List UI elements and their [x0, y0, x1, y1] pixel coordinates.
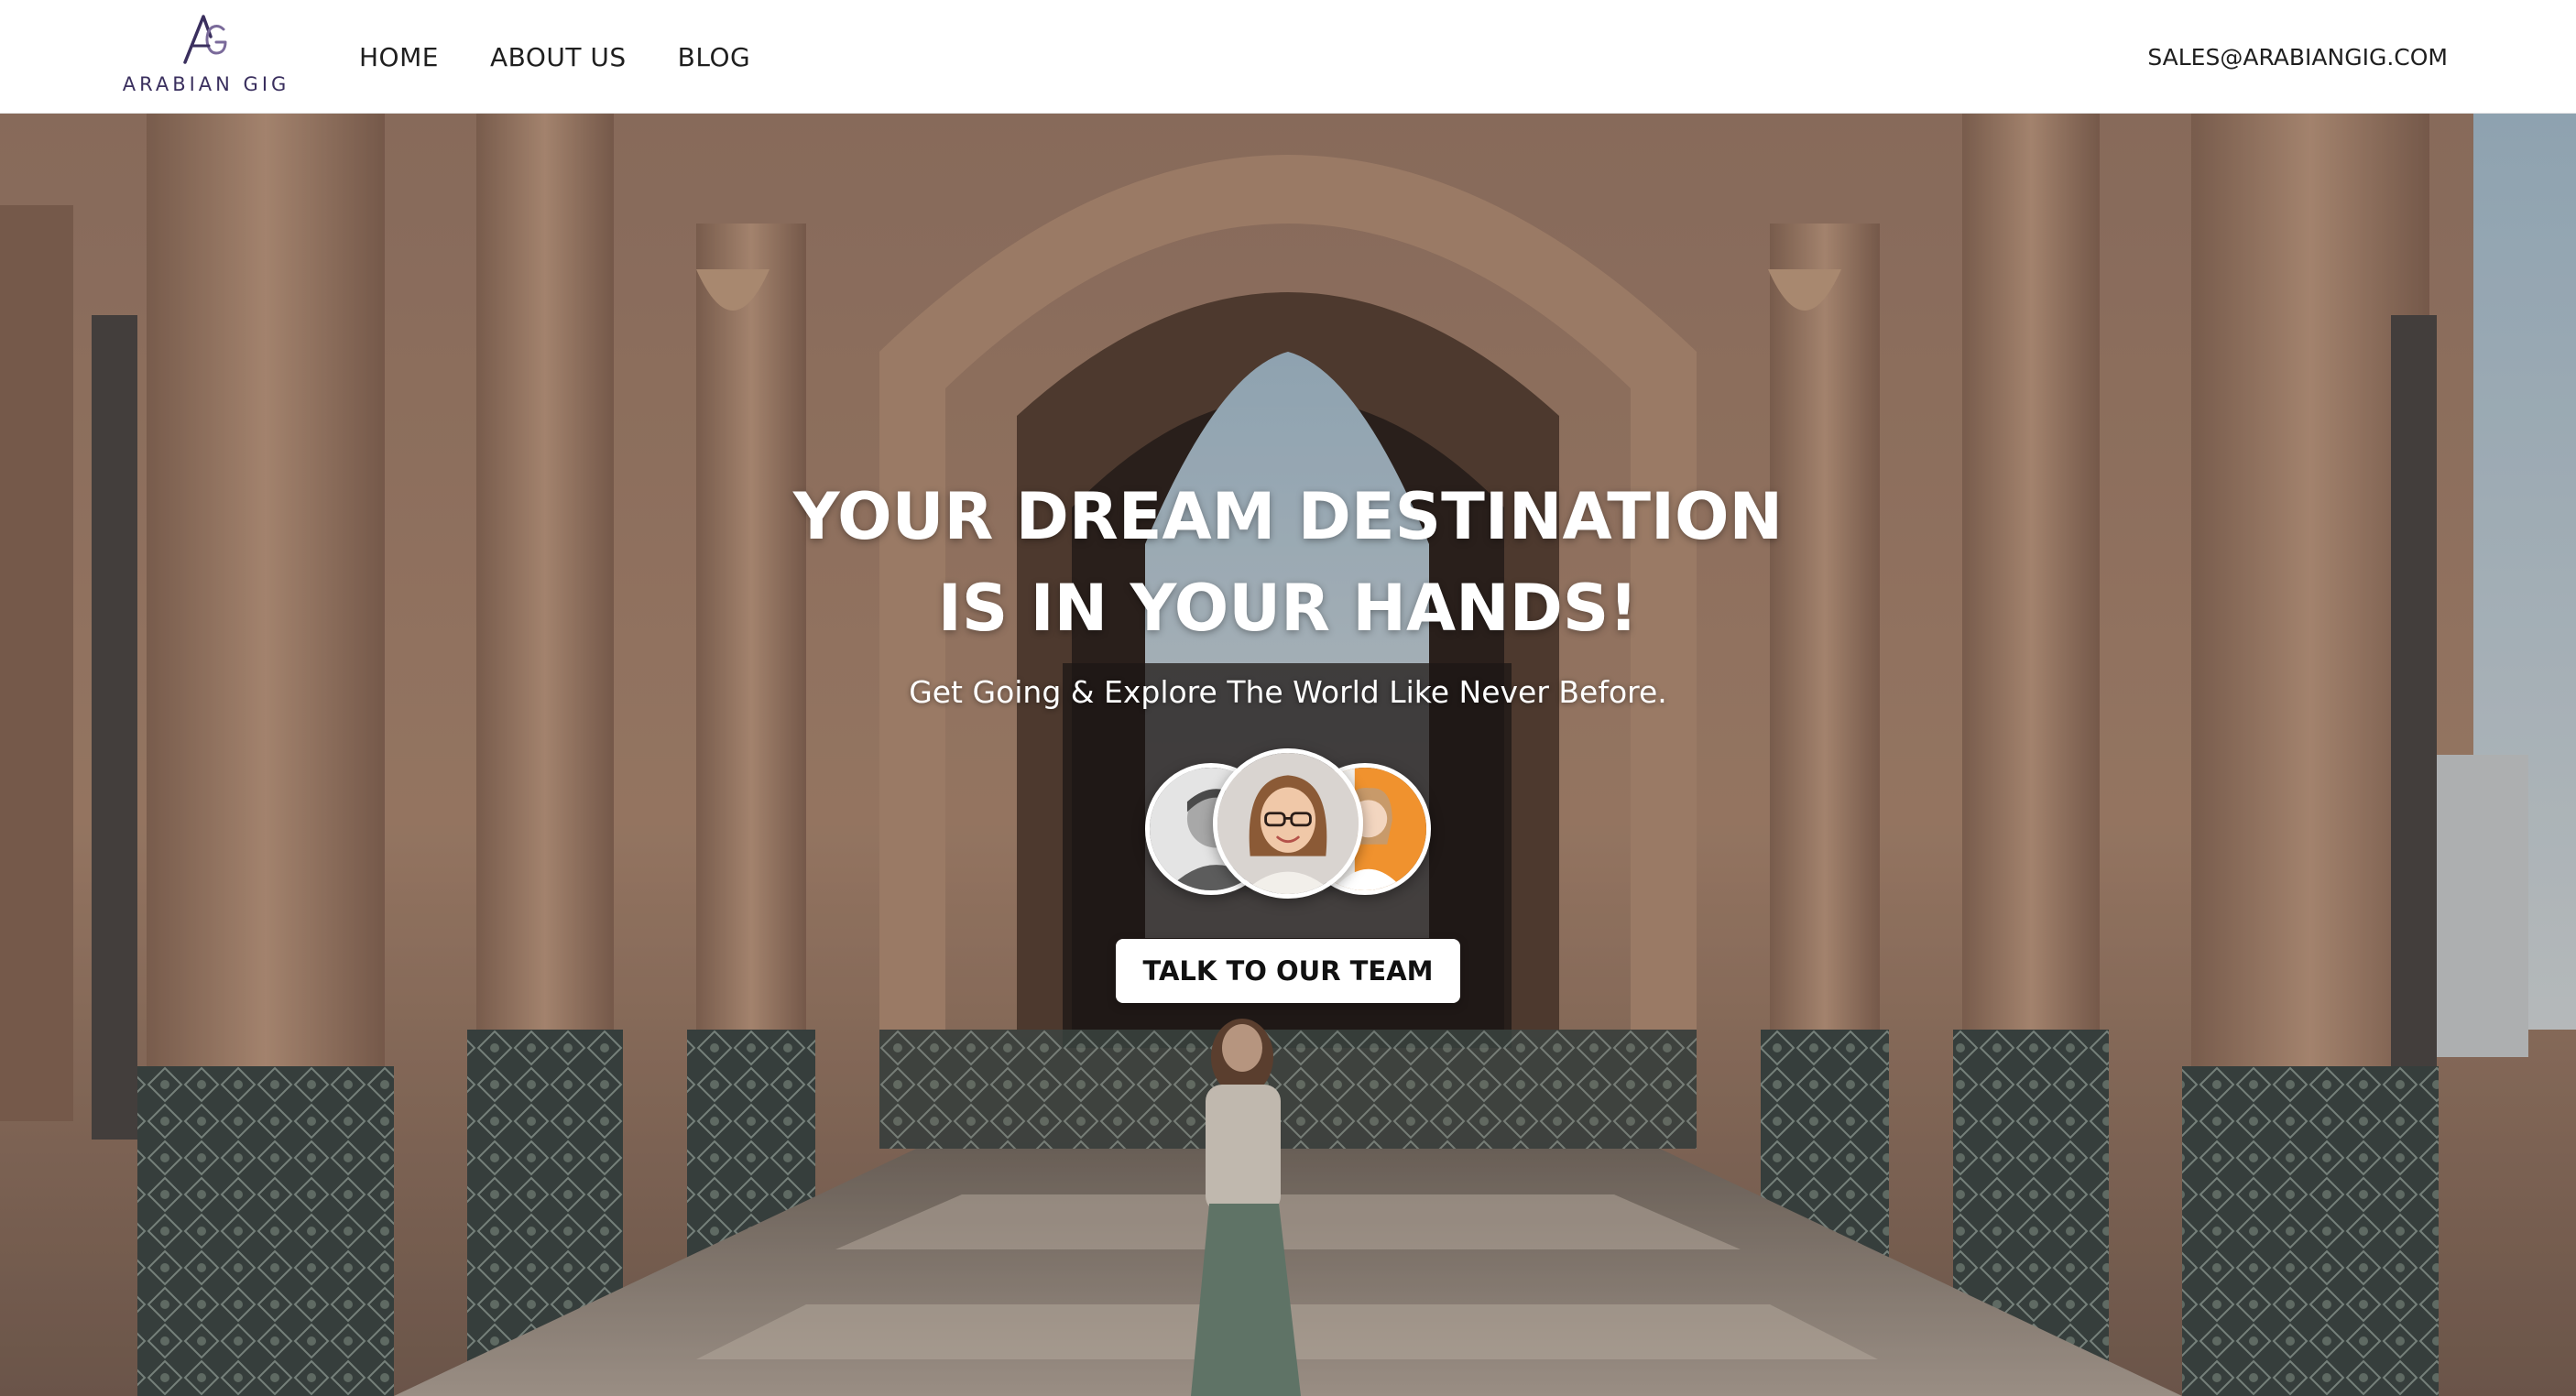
- nav-item-home[interactable]: HOME: [359, 42, 439, 72]
- nav-item-about-us[interactable]: ABOUT US: [490, 42, 627, 72]
- contact-email-link[interactable]: SALES@ARABIANGIG.COM: [2147, 0, 2448, 114]
- person-icon: [1217, 753, 1359, 894]
- hero-subtitle: Get Going & Explore The World Like Never…: [909, 674, 1667, 710]
- team-avatar-woman-glasses: [1213, 748, 1363, 899]
- main-nav: HOME ABOUT US BLOG: [359, 0, 802, 114]
- team-avatars: [1145, 748, 1431, 904]
- hero-section: YOUR DREAM DESTINATION IS IN YOUR HANDS!…: [0, 114, 2576, 1396]
- logo-icon: [183, 15, 227, 64]
- nav-item-blog[interactable]: BLOG: [678, 42, 751, 72]
- talk-to-team-button[interactable]: TALK TO OUR TEAM: [1116, 939, 1460, 1003]
- logo-link[interactable]: ARABIAN GIG: [123, 9, 286, 101]
- site-header: ARABIAN GIG HOME ABOUT US BLOG SALES@ARA…: [0, 0, 2576, 114]
- hero-title: YOUR DREAM DESTINATION IS IN YOUR HANDS!: [792, 479, 1784, 646]
- logo-text: ARABIAN GIG: [122, 73, 290, 95]
- hero-content: YOUR DREAM DESTINATION IS IN YOUR HANDS!…: [0, 471, 2576, 1003]
